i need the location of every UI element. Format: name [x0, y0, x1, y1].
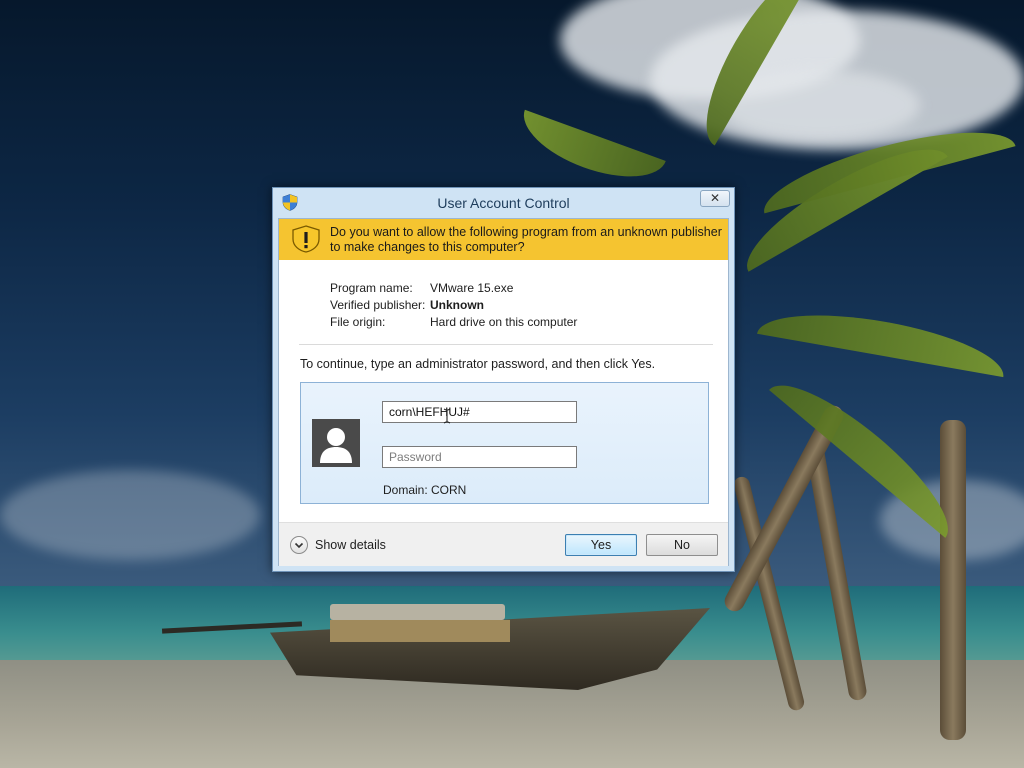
detail-row-program-name: Program name: VMware 15.exe	[330, 281, 710, 298]
dialog-footer: Show details Yes No	[279, 522, 728, 566]
warning-banner: Do you want to allow the following progr…	[279, 219, 728, 260]
show-details-label: Show details	[315, 538, 386, 552]
chevron-down-icon	[290, 536, 308, 554]
detail-value: Hard drive on this computer	[430, 315, 578, 329]
username-field[interactable]	[382, 401, 577, 423]
detail-label: Verified publisher:	[330, 298, 426, 312]
warning-shield-icon	[292, 225, 320, 253]
detail-row-publisher: Verified publisher: Unknown	[330, 298, 710, 315]
banner-question: Do you want to allow the following progr…	[330, 225, 722, 254]
detail-value: Unknown	[430, 298, 484, 312]
boat-roof	[330, 604, 505, 620]
program-details: Program name: VMware 15.exe Verified publ…	[330, 281, 710, 332]
close-icon: ✕	[709, 191, 721, 205]
password-field[interactable]	[382, 446, 577, 468]
credential-tile[interactable]: Domain: CORN	[300, 382, 709, 504]
palm-trunk	[940, 420, 966, 740]
yes-button[interactable]: Yes	[565, 534, 637, 556]
detail-row-file-origin: File origin: Hard drive on this computer	[330, 315, 710, 332]
instruction-text: To continue, type an administrator passw…	[300, 357, 656, 371]
close-button[interactable]: ✕	[700, 190, 730, 207]
no-button[interactable]: No	[646, 534, 718, 556]
divider	[299, 344, 713, 345]
show-details-button[interactable]: Show details	[290, 534, 386, 556]
uac-dialog: User Account Control ✕ Do you want to al…	[272, 187, 735, 572]
dialog-title: User Account Control	[437, 195, 570, 211]
detail-label: File origin:	[330, 315, 386, 329]
text-cursor-icon	[443, 408, 451, 424]
domain-label: Domain: CORN	[383, 483, 467, 497]
wallpaper-cloud	[0, 470, 260, 560]
boat-cabin	[330, 620, 510, 642]
title-bar[interactable]: User Account Control ✕	[273, 188, 734, 218]
detail-value: VMware 15.exe	[430, 281, 514, 295]
dialog-body: Do you want to allow the following progr…	[278, 218, 729, 566]
detail-label: Program name:	[330, 281, 413, 295]
user-avatar-icon	[312, 419, 360, 467]
